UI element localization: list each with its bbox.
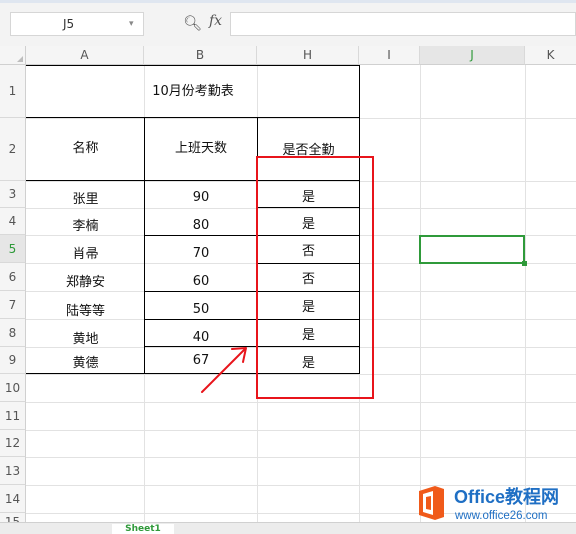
cell-days[interactable]: 60 <box>145 274 257 291</box>
grid-line <box>420 65 421 534</box>
row-header-9[interactable]: 9 <box>0 347 26 374</box>
cell-name[interactable]: 黄德 <box>27 352 144 372</box>
row-header-7[interactable]: 7 <box>0 291 26 319</box>
row-header-12[interactable]: 12 <box>0 430 26 457</box>
watermark-title: Office教程网 <box>454 487 560 507</box>
grid-line <box>26 457 576 458</box>
name-box-value: J5 <box>63 17 75 31</box>
cell-days[interactable]: 70 <box>145 246 257 263</box>
grid-line <box>26 402 576 403</box>
row-header-4[interactable]: 4 <box>0 208 26 235</box>
cell-name[interactable]: 李楠 <box>27 215 144 235</box>
header-name[interactable]: 名称 <box>27 118 144 180</box>
table-title[interactable]: 10月份考勤表 <box>27 66 359 117</box>
top-divider <box>0 0 576 3</box>
cell-name[interactable]: 陆等等 <box>27 300 144 319</box>
row-header-2[interactable]: 2 <box>0 118 26 181</box>
formula-input[interactable] <box>230 12 576 36</box>
zoom-icon[interactable]: 🔍︎ <box>183 14 203 34</box>
column-header-k[interactable]: K <box>525 46 576 65</box>
annotation-highlight-box <box>256 156 374 399</box>
sheet-tab[interactable]: Sheet1 <box>112 524 174 534</box>
select-all-corner[interactable] <box>0 46 26 65</box>
row-header-13[interactable]: 13 <box>0 457 26 485</box>
column-header-h[interactable]: H <box>257 46 359 65</box>
cell-name[interactable]: 黄地 <box>27 328 144 347</box>
grid-line <box>525 65 526 534</box>
cell-days[interactable]: 90 <box>145 190 257 208</box>
column-header-i[interactable]: I <box>359 46 420 65</box>
row-header-5[interactable]: 5 <box>0 235 26 263</box>
cell-name[interactable]: 张里 <box>27 188 144 208</box>
fx-icon[interactable]: fx <box>209 13 229 35</box>
grid-line <box>26 430 576 431</box>
cell-days[interactable]: 80 <box>145 218 257 235</box>
header-days[interactable]: 上班天数 <box>145 118 257 180</box>
dropdown-arrow-icon[interactable]: ▾ <box>129 19 143 29</box>
row-header-10[interactable]: 10 <box>0 374 26 402</box>
sheet-tab-bar <box>0 522 576 534</box>
cell-days[interactable]: 50 <box>145 302 257 319</box>
row-header-11[interactable]: 11 <box>0 402 26 430</box>
annotation-arrow-icon <box>201 347 247 393</box>
row-header-8[interactable]: 8 <box>0 319 26 347</box>
row-header-1[interactable]: 1 <box>0 65 26 118</box>
column-header-j[interactable]: J <box>420 46 525 65</box>
row-header-6[interactable]: 6 <box>0 263 26 291</box>
office-logo-icon <box>419 486 444 520</box>
row-header-14[interactable]: 14 <box>0 485 26 513</box>
active-cell-selection[interactable] <box>419 235 527 266</box>
name-box[interactable]: J5 ▾ <box>10 12 144 36</box>
cell-name[interactable]: 郑静安 <box>27 271 144 291</box>
row-header-3[interactable]: 3 <box>0 181 26 208</box>
column-header-a[interactable]: A <box>26 46 144 65</box>
watermark-url: www.office26.com <box>455 510 548 522</box>
column-header-b[interactable]: B <box>144 46 257 65</box>
cell-name[interactable]: 肖帚 <box>27 243 144 263</box>
